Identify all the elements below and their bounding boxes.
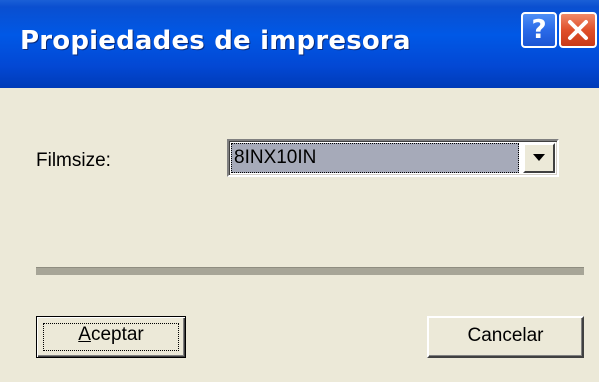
chevron-down-icon xyxy=(533,154,545,161)
help-button[interactable]: ? xyxy=(521,12,557,48)
filmsize-dropdown-button[interactable] xyxy=(523,143,555,173)
separator xyxy=(36,267,584,275)
close-button[interactable] xyxy=(559,12,597,48)
close-icon xyxy=(568,20,588,40)
printer-properties-dialog: Propiedades de impresora ? Filmsize: 8IN… xyxy=(0,0,599,382)
filmsize-label: Filmsize: xyxy=(36,150,111,171)
cancel-button-label: Cancelar xyxy=(467,325,544,346)
accept-button[interactable]: Aceptar xyxy=(36,316,186,358)
filmsize-value-text: 8INX10IN xyxy=(234,147,317,168)
filmsize-select[interactable]: 8INX10IN xyxy=(227,139,559,177)
cancel-button[interactable]: Cancelar xyxy=(427,316,584,358)
window-title: Propiedades de impresora xyxy=(20,26,411,56)
title-bar[interactable]: Propiedades de impresora ? xyxy=(0,0,599,88)
filmsize-selected-value[interactable]: 8INX10IN xyxy=(231,143,519,173)
accept-button-label: Aceptar xyxy=(78,324,144,345)
help-icon: ? xyxy=(531,15,547,45)
